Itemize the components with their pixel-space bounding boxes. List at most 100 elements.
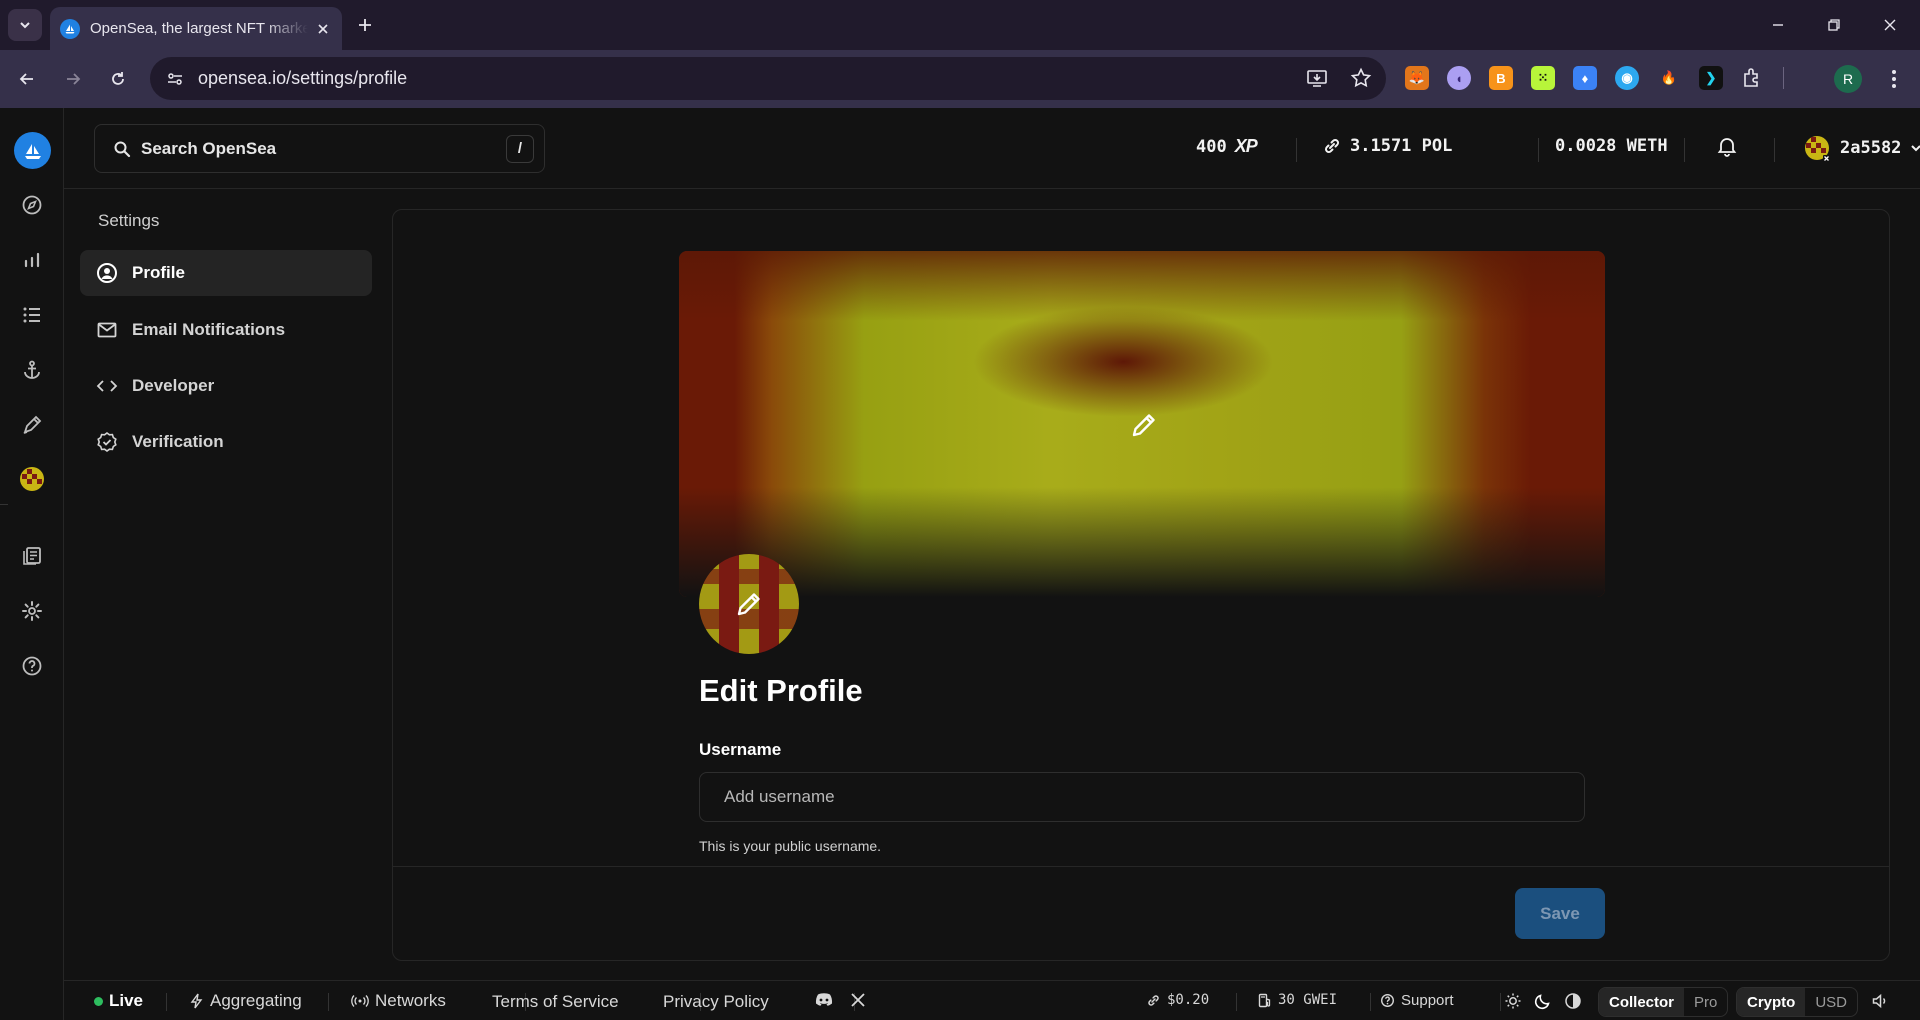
moon-icon[interactable] — [1534, 992, 1552, 1010]
networks-label: Networks — [375, 991, 446, 1010]
gas-pump-icon — [1258, 993, 1271, 1007]
puzzle-extensions-icon[interactable] — [1741, 66, 1765, 90]
orange-extension-icon[interactable]: B — [1489, 66, 1513, 90]
browser-menu-button[interactable] — [1880, 65, 1908, 93]
speaker-icon — [1872, 993, 1886, 1009]
settings-heading: Settings — [98, 211, 160, 230]
currency-switch[interactable]: Crypto USD — [1736, 987, 1859, 1017]
save-button[interactable]: Save — [1515, 888, 1605, 939]
aggregating-label: Aggregating — [210, 991, 302, 1010]
tab-title: OpenSea, the largest NFT marketplace — [90, 20, 308, 37]
mode-switch[interactable]: Collector Pro — [1598, 987, 1729, 1017]
status-bar: Live Aggregating Networks Terms of Servi… — [64, 980, 1920, 1020]
chevron-down-icon — [20, 22, 30, 29]
blue-extension-icon[interactable]: ♦ — [1573, 66, 1597, 90]
install-app-icon[interactable] — [1306, 67, 1328, 89]
list-icon[interactable] — [20, 303, 44, 327]
privacy-link[interactable]: Privacy Policy — [663, 992, 769, 1012]
account-avatar-icon[interactable] — [19, 466, 45, 492]
live-status[interactable]: Live — [94, 991, 143, 1011]
x-twitter-link[interactable] — [850, 992, 866, 1008]
theme-toggle[interactable] — [1504, 992, 1582, 1010]
pol-balance[interactable]: 3.1571 POL — [1322, 136, 1452, 156]
mode-pro-option[interactable]: Pro — [1684, 988, 1727, 1016]
close-window-button[interactable] — [1870, 10, 1910, 40]
sun-icon[interactable] — [1504, 992, 1522, 1010]
sound-toggle[interactable] — [1871, 992, 1889, 1010]
discord-link[interactable] — [814, 992, 834, 1008]
arrow-right-icon — [67, 73, 81, 85]
metamask-extension-icon[interactable]: 🦊 — [1405, 66, 1429, 90]
pol-price-text: $0.20 — [1167, 992, 1210, 1008]
search-bar[interactable]: Search OpenSea / — [94, 124, 545, 173]
settings-nav-verification[interactable]: Verification — [80, 419, 372, 465]
arrow-extension-icon[interactable]: ❯ — [1699, 66, 1723, 90]
mail-icon — [97, 322, 117, 338]
tab-search-button[interactable] — [8, 9, 42, 41]
green-dice-extension-icon[interactable]: ⁙ — [1531, 66, 1555, 90]
new-tab-button[interactable] — [352, 12, 378, 38]
pencil-edit-icon[interactable] — [733, 588, 765, 620]
weth-balance[interactable]: 0.0028 WETH — [1555, 136, 1668, 156]
badge-check-icon — [97, 432, 117, 452]
terms-link[interactable]: Terms of Service — [492, 992, 619, 1012]
x-logo-icon — [851, 993, 865, 1007]
opensea-app: Search OpenSea / 400 XP 3.1571 POL 0.002… — [0, 108, 1920, 1020]
address-bar[interactable]: opensea.io/settings/profile — [150, 57, 1386, 100]
tab-close-icon[interactable] — [314, 20, 332, 38]
minimize-button[interactable] — [1758, 10, 1798, 40]
settings-nav-developer[interactable]: Developer — [80, 363, 372, 409]
help-circle-icon — [1381, 994, 1394, 1007]
pol-price[interactable]: $0.20 — [1146, 992, 1209, 1008]
create-pen-icon[interactable] — [20, 413, 44, 437]
username-input[interactable] — [699, 772, 1585, 822]
bookmark-star-icon[interactable] — [1350, 67, 1372, 89]
terms-label: Terms of Service — [492, 992, 619, 1011]
stats-bar-icon[interactable] — [20, 248, 44, 272]
support-label: Support — [1401, 992, 1454, 1009]
profile-avatar[interactable] — [699, 554, 799, 654]
search-icon — [114, 141, 131, 157]
account-menu[interactable]: 2a5582 — [1802, 133, 1920, 163]
privacy-label: Privacy Policy — [663, 992, 769, 1011]
xp-balance[interactable]: 400 XP — [1196, 136, 1258, 157]
pencil-edit-icon[interactable] — [1128, 409, 1160, 441]
profile-banner[interactable] — [679, 251, 1605, 597]
restore-button[interactable] — [1814, 10, 1854, 40]
settings-gear-icon[interactable] — [20, 599, 44, 623]
opensea-logo-icon[interactable] — [14, 132, 51, 169]
browser-profile-avatar[interactable]: R — [1834, 65, 1862, 93]
anchor-icon[interactable] — [20, 358, 44, 382]
statusbar-divider — [1500, 993, 1501, 1011]
networks-link[interactable]: Networks — [351, 991, 446, 1011]
help-circle-icon[interactable] — [20, 654, 44, 678]
plus-icon — [359, 19, 371, 31]
header-divider — [1538, 138, 1539, 162]
statusbar-divider — [1370, 993, 1371, 1011]
circle-extension-icon[interactable]: ◉ — [1615, 66, 1639, 90]
contrast-icon[interactable] — [1564, 992, 1582, 1010]
compass-icon[interactable] — [20, 193, 44, 217]
currency-usd-option[interactable]: USD — [1805, 988, 1857, 1016]
gas-price[interactable]: 30 GWEI — [1258, 992, 1337, 1008]
notifications-button[interactable] — [1716, 135, 1738, 157]
mode-collector-option[interactable]: Collector — [1599, 988, 1685, 1016]
settings-nav-email-notifications[interactable]: Email Notifications — [80, 307, 372, 353]
url-text: opensea.io/settings/profile — [198, 68, 408, 88]
flame-extension-icon[interactable]: 🔥 — [1657, 66, 1681, 90]
phantom-extension-icon[interactable]: ◖ — [1447, 66, 1471, 90]
forward-button[interactable] — [58, 64, 88, 94]
site-settings-icon[interactable] — [160, 64, 190, 94]
back-button[interactable] — [12, 64, 42, 94]
reload-button[interactable] — [103, 64, 133, 94]
currency-crypto-option[interactable]: Crypto — [1737, 988, 1806, 1016]
statusbar-divider — [166, 993, 167, 1011]
arrow-left-icon — [19, 73, 33, 85]
docs-icon[interactable] — [20, 544, 44, 568]
browser-tab[interactable]: OpenSea, the largest NFT marketplace — [50, 7, 342, 50]
support-link[interactable]: Support — [1380, 992, 1454, 1009]
search-shortcut-key: / — [506, 134, 534, 163]
settings-nav-profile[interactable]: Profile — [80, 250, 372, 296]
statusbar-divider — [1236, 993, 1237, 1011]
aggregating-status[interactable]: Aggregating — [190, 991, 302, 1011]
